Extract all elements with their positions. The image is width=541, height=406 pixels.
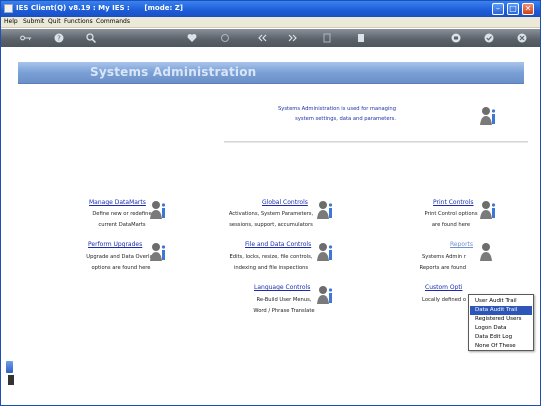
title-bar[interactable]: IES Client(Q) v8.19 : My IES : [mode: Z]… [1,1,540,17]
svg-text:?: ? [57,35,61,43]
perform-upgrades-link[interactable]: Perform Upgrades [88,241,142,248]
menu-item-data-edit-log[interactable]: Data Edit Log [470,333,532,342]
manage-datamarts-link[interactable]: Manage DataMarts [89,199,146,206]
manage-datamarts-desc-2: current DataMarts [98,222,146,228]
global-controls-desc-1: Activations, System Parameters, [228,211,314,217]
window-title: IES Client(Q) v8.19 : My IES : [mode: Z] [16,4,183,12]
app-icon [4,4,13,13]
page-banner: Systems Administration [18,62,524,84]
menu-item-logon-data[interactable]: Logon Data [470,324,532,333]
clip-icon[interactable] [219,32,231,44]
document-icon[interactable] [8,375,14,385]
page-title: Systems Administration [90,65,257,79]
minimize-button[interactable]: – [492,3,504,15]
toolbar: ? [1,29,540,47]
menu-bar: Help Submit Quit Functions Commands [1,17,540,28]
search-icon[interactable] [85,32,97,44]
language-controls-desc-2: Word / Phrase Translate [253,308,315,314]
language-controls-link[interactable]: Language Controls [254,284,310,291]
key-icon[interactable] [19,32,33,44]
menu-functions[interactable]: Functions [64,18,93,25]
print-controls-icon[interactable] [478,199,500,221]
global-controls-icon[interactable] [315,199,337,221]
side-tab-icon[interactable] [6,361,13,373]
print-controls-desc-1: Print Control options [424,211,478,217]
reports-desc-2: Reports are found [419,265,466,271]
help-icon[interactable]: ? [53,32,65,44]
custom-options-desc-1: Locally defined o [422,297,466,303]
intro-line-2: system settings, data and parameters. [295,116,396,122]
close-icon[interactable] [516,32,528,44]
grid-icon[interactable] [355,32,367,44]
menu-item-user-audit-trail[interactable]: User Audit Trail [470,297,532,306]
perform-upgrades-desc-2: options are found here [91,265,151,271]
global-controls-link[interactable]: Global Controls [262,199,308,206]
menu-help[interactable]: Help [4,18,18,25]
intro-line-1: Systems Administration is used for manag… [277,106,396,112]
reports-link[interactable]: Reports [450,241,473,248]
language-controls-desc-1: Re-Build User Menus, [256,297,312,303]
close-button[interactable]: ✕ [522,3,534,15]
intro-text: Systems Administration is used for manag… [236,104,396,124]
exit-icon[interactable] [321,32,333,44]
language-controls-icon[interactable] [315,284,337,306]
reports-context-menu: User Audit Trail Data Audit Trail Regist… [468,294,534,351]
menu-item-registered-users[interactable]: Registered Users [470,315,532,324]
menu-submit[interactable]: Submit [23,18,44,25]
back-icon[interactable] [256,32,268,44]
file-data-controls-icon[interactable] [315,241,337,263]
print-icon[interactable] [450,32,462,44]
app-window: IES Client(Q) v8.19 : My IES : [mode: Z]… [0,0,541,406]
print-controls-link[interactable]: Print Controls [433,199,474,206]
main-canvas: Systems Administration Systems Administr… [4,48,539,404]
file-data-controls-desc-2: indexing and file inspections [233,265,309,271]
reports-icon[interactable] [478,241,492,263]
perform-upgrades-icon[interactable] [148,241,170,263]
file-data-controls-link[interactable]: File and Data Controls [245,241,311,248]
forward-icon[interactable] [287,32,299,44]
maximize-button[interactable]: □ [507,3,519,15]
manage-datamarts-icon[interactable] [148,199,170,221]
menu-item-none-of-these[interactable]: None Of These [470,342,532,351]
reports-desc-1: Systems Admin r [421,254,466,260]
menu-quit[interactable]: Quit [48,18,61,25]
divider [224,141,528,143]
menu-commands[interactable]: Commands [96,18,130,25]
check-icon[interactable] [483,32,495,44]
user-info-icon [478,105,500,127]
print-controls-desc-2: are found here [431,222,471,228]
menu-item-data-audit-trail[interactable]: Data Audit Trail [470,306,532,315]
file-data-controls-desc-1: Edits, locks, resize, file controls, [229,254,313,260]
global-controls-desc-2: sessions, support, accumulators [229,222,313,228]
heart-icon[interactable] [186,32,198,44]
custom-options-link[interactable]: Custom Opti [425,284,462,291]
